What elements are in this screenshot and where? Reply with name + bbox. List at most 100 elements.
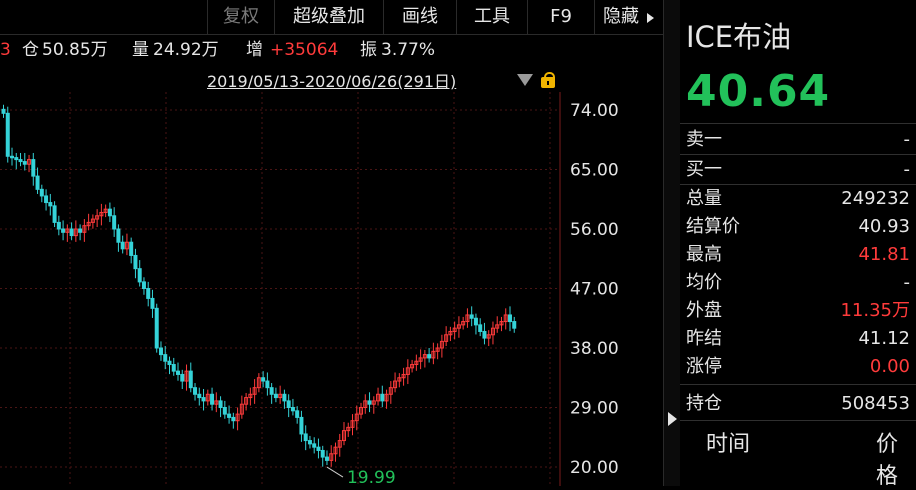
amplitude-value: 3.77% [381,40,436,60]
candle-body [367,400,372,405]
min-price-label: 19.99 [347,468,396,486]
candle-body [146,288,151,299]
row-limit-up: 涨停 0.00 [686,356,910,377]
candle-body [35,175,40,190]
candle-body [10,155,15,159]
oi-change-value: +35064 [270,40,339,60]
hide-button[interactable]: 隐藏 [594,0,647,34]
candle-body [261,377,266,382]
super-overlay-button[interactable]: 超级叠加 [274,0,383,34]
candle-body [299,416,304,435]
candle-body [31,159,36,177]
candle-body [312,443,317,448]
candle-body [48,202,53,207]
tools-button[interactable]: 工具 [456,0,527,34]
toolbar-more-arrow-icon[interactable] [647,13,654,23]
quote-panel: ICE布油 40.64 卖一 - 买一 - 总量 249232 结算价 40.93 最高… [680,0,916,489]
candle-body [482,330,487,339]
row-settlement: 结算价 40.93 [686,216,910,237]
candle-body [78,228,83,233]
candle-body [18,159,23,163]
time-column-header: 时间 [706,432,751,457]
candle-body [129,241,134,256]
candle-body [473,317,478,326]
volume-label: 量 [132,40,149,60]
candle-body [201,397,206,402]
candle-body [14,157,19,161]
candle-body [112,215,117,230]
range-dropdown-icon[interactable] [517,74,533,86]
candle-body [150,297,155,309]
candle-body [427,354,432,359]
candle-body [158,347,163,356]
row-open-interest: 持仓 508453 [686,393,910,414]
truncated-red-glyph: 3 [0,40,11,60]
quote-info-bar: 3 仓 50.85万 量 24.92万 增 +35064 振 3.77% [0,34,663,66]
row-outer-volume: 外盘 11.35万 [686,300,910,321]
candle-body [141,281,146,289]
candle-body [5,112,10,157]
candle-body [222,407,227,415]
y-tick-label: 29.00 [570,399,619,419]
f9-button[interactable]: F9 [527,0,594,34]
lock-icon[interactable] [541,72,557,88]
candle-body [171,364,176,372]
candle-body [286,400,291,408]
date-range-selector[interactable]: 2019/05/13-2020/06/26(291日) [207,68,456,92]
candle-body [1,108,6,114]
candle-body [39,188,44,197]
y-tick-label: 56.00 [570,220,619,240]
row-prev-settlement: 昨结 41.12 [686,328,910,349]
candle-body [188,370,193,389]
y-tick-label: 47.00 [570,280,619,300]
candle-body [176,370,181,375]
instrument-title: ICE布油 [686,20,792,54]
fuquan-button[interactable]: 复权 [207,0,274,34]
candle-body [507,314,512,323]
separator [680,420,916,421]
candle-body [133,254,138,270]
open-interest-label: 仓 [22,40,39,60]
y-tick-label: 38.00 [570,339,619,359]
amplitude-label: 振 [360,40,377,60]
candle-body [290,407,295,412]
draw-line-button[interactable]: 画线 [383,0,456,34]
candle-body [269,387,274,395]
candle-body [307,440,312,445]
candle-body [193,387,198,395]
min-pointer-line [326,466,344,478]
candle-body [218,400,223,408]
candle-body [303,433,308,442]
candle-body [478,324,483,332]
panel-divider[interactable] [663,0,681,486]
volume-value: 24.92万 [153,40,219,60]
candle-body [137,268,142,283]
candle-body [116,228,121,243]
separator [680,384,916,385]
chart-toolbar: 复权 超级叠加 画线 工具 F9 隐藏 [0,0,663,35]
open-interest-value: 50.85万 [42,40,108,60]
candle-body [52,205,57,223]
candlestick-chart[interactable]: 74.00 65.00 56.00 47.00 38.00 29.00 20.00 19.99 [0,92,663,486]
last-price: 40.64 [686,66,831,117]
candle-body [316,446,321,451]
candle-body [320,449,325,458]
candle-body [265,380,270,389]
candle-body [44,195,49,204]
candle-body [324,456,329,461]
row-total-volume: 总量 249232 [686,188,910,209]
separator [680,154,916,155]
candle-body [380,393,385,402]
separator [680,123,916,124]
expand-arrow-icon[interactable] [668,412,677,426]
chart-panel: 复权 超级叠加 画线 工具 F9 隐藏 3 仓 50.85万 量 24.92万 … [0,0,663,486]
row-high: 最高 41.81 [686,244,910,265]
candle-body [163,354,168,362]
candle-body [282,393,287,402]
candle-body [56,221,61,230]
candle-body [197,393,202,399]
candle-body [227,413,232,418]
oi-change-label: 增 [246,40,263,60]
candle-body [154,307,159,349]
row-sell1: 卖一 - [686,129,910,150]
